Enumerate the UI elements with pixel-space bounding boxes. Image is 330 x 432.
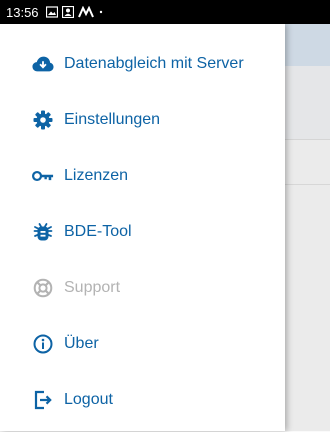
key-icon — [32, 165, 54, 187]
status-bar: 13:56 — [0, 0, 330, 24]
image-icon — [45, 6, 58, 18]
status-time: 13:56 — [6, 4, 39, 20]
menu-item-settings[interactable]: Einstellungen — [0, 100, 285, 140]
menu-item-label: Über — [64, 335, 99, 352]
bug-icon — [32, 221, 54, 243]
portrait-icon — [61, 6, 74, 18]
cloud-download-icon — [32, 53, 54, 75]
menu-item-label: Support — [64, 279, 121, 296]
menu-item-support[interactable]: Support — [0, 268, 285, 308]
navigation-drawer: Datenabgleich mit Server Einstellungen L… — [0, 24, 285, 431]
menu-item-bde-tool[interactable]: BDE-Tool — [0, 212, 285, 252]
menu-item-label: Datenabgleich mit Server — [64, 55, 244, 72]
lifebuoy-icon — [32, 277, 54, 299]
menu-item-label: Lizenzen — [64, 167, 129, 184]
app-icon — [77, 6, 94, 18]
menu-item-sync[interactable]: Datenabgleich mit Server — [0, 44, 285, 84]
logout-icon — [32, 389, 54, 411]
menu-item-logout[interactable]: Logout — [0, 380, 285, 420]
info-icon — [32, 333, 54, 355]
menu-item-label: BDE-Tool — [64, 223, 132, 240]
menu-item-label: Logout — [64, 391, 113, 408]
menu-item-label: Einstellungen — [64, 111, 161, 128]
dot-icon — [98, 6, 104, 18]
menu-item-about[interactable]: Über — [0, 324, 285, 364]
menu-item-licenses[interactable]: Lizenzen — [0, 156, 285, 196]
gear-icon — [32, 109, 54, 131]
